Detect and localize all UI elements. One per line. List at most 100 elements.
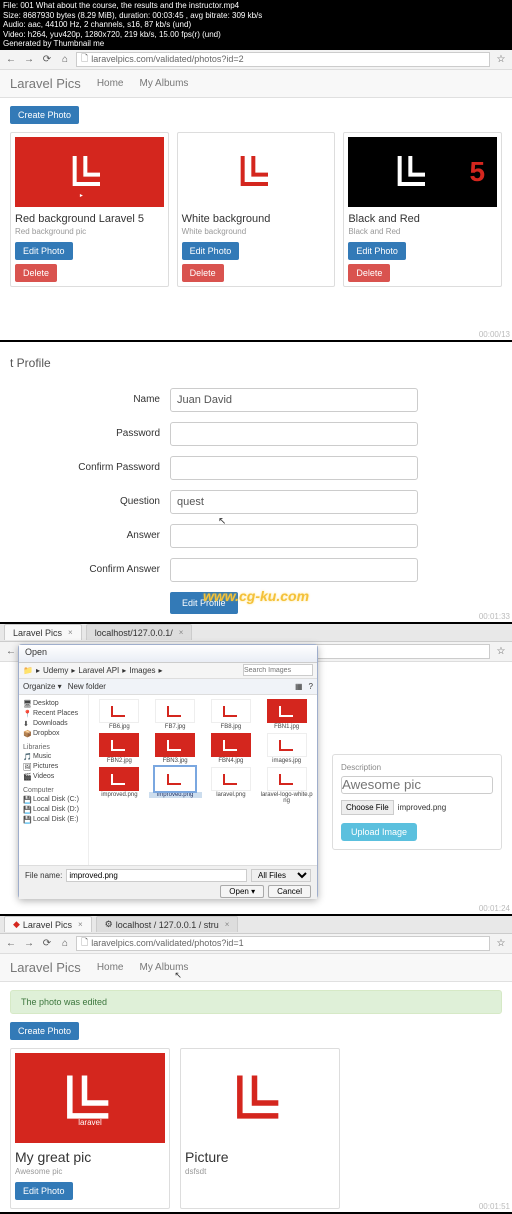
file-item[interactable]: FB6.jpg — [93, 699, 146, 730]
url-bar[interactable]: 🗋laravelpics.com/validated/photos?id=2 — [76, 52, 490, 67]
back-icon[interactable]: ← — [4, 52, 18, 66]
file-open-dialog: Open 📁 ▸Udemy ▸Laravel API ▸Images ▸ Org… — [18, 644, 318, 899]
nav-home[interactable]: Home — [97, 962, 124, 973]
file-item[interactable]: FBN2.jpg — [93, 733, 146, 764]
file-item[interactable]: improved.png — [93, 767, 146, 804]
sidebar-item[interactable]: 💾Local Disk (E:) — [23, 815, 84, 825]
sidebar-item[interactable]: ⬇Downloads — [23, 719, 84, 729]
sidebar-item[interactable]: 🖥Desktop — [23, 699, 84, 709]
dialog-sidebar: 🖥Desktop 📍Recent Places ⬇Downloads 📦Drop… — [19, 695, 89, 865]
file-item[interactable]: FB8.jpg — [205, 699, 258, 730]
card-subtitle: Red background pic — [15, 227, 164, 236]
dialog-path[interactable]: 📁 ▸Udemy ▸Laravel API ▸Images ▸ — [19, 663, 317, 679]
nav-home[interactable]: Home — [97, 78, 124, 89]
brand: Laravel Pics — [10, 76, 81, 91]
desc-label: Description — [341, 763, 493, 772]
organize-menu[interactable]: Organize ▾ — [23, 682, 62, 691]
description-input[interactable] — [341, 776, 493, 794]
name-field[interactable] — [170, 388, 418, 412]
filter-select[interactable]: All Files — [251, 869, 311, 882]
search-images-input[interactable] — [243, 664, 313, 676]
encoding-info: File: 001 What about the course, the res… — [0, 0, 512, 50]
delete-button[interactable]: Delete — [182, 264, 224, 282]
file-item[interactable]: FBN1.jpg — [260, 699, 313, 730]
star-icon[interactable]: ☆ — [494, 644, 508, 658]
label-name: Name — [10, 394, 170, 405]
edit-photo-button[interactable]: Edit Photo — [348, 242, 406, 260]
thumb-red: ▸ — [15, 137, 164, 207]
file-item[interactable]: images.jpg — [260, 733, 313, 764]
browser-toolbar: ← → ⟳ ⌂ 🗋laravelpics.com/validated/photo… — [0, 50, 512, 70]
sidebar-group: Libraries — [23, 743, 84, 752]
timestamp: 00:01:24 — [479, 904, 510, 913]
photo-card: White background White background Edit P… — [177, 132, 336, 287]
browser-tab[interactable]: Laravel Pics× — [4, 624, 82, 640]
forward-icon[interactable]: → — [22, 936, 36, 950]
file-item[interactable]: FBN4.jpg — [205, 733, 258, 764]
reload-icon[interactable]: ⟳ — [40, 52, 54, 66]
delete-button[interactable]: Delete — [15, 264, 57, 282]
edit-photo-button[interactable]: Edit Photo — [15, 242, 73, 260]
thumb-red: laravel — [15, 1053, 165, 1143]
back-icon[interactable]: ← — [4, 936, 18, 950]
label-confirm-password: Confirm Password — [10, 462, 170, 473]
choose-file-button[interactable]: Choose File — [341, 800, 394, 815]
file-item[interactable]: FB7.jpg — [149, 699, 202, 730]
sidebar-item[interactable]: 🖼Pictures — [23, 762, 84, 772]
card-title: Red background Laravel 5 — [15, 213, 164, 225]
sidebar-item[interactable]: 📍Recent Places — [23, 709, 84, 719]
sidebar-item[interactable]: 🎵Music — [23, 752, 84, 762]
star-icon[interactable]: ☆ — [494, 936, 508, 950]
file-item-selected[interactable]: improved.png — [149, 767, 202, 804]
create-photo-button[interactable]: Create Photo — [10, 106, 79, 124]
screenshot-4: ◆Laravel Pics× ⚙localhost / 127.0.0.1 / … — [0, 916, 512, 1212]
browser-tab[interactable]: ◆Laravel Pics× — [4, 916, 92, 932]
photo-card: 5 Black and Red Black and Red Edit Photo… — [343, 132, 502, 287]
answer-field[interactable] — [170, 524, 418, 548]
card-subtitle: dsfsdt — [185, 1167, 335, 1176]
question-field[interactable] — [170, 490, 418, 514]
sidebar-item[interactable]: 📦Dropbox — [23, 729, 84, 739]
dialog-title: Open — [19, 645, 317, 663]
photo-card: ▸ Red background Laravel 5 Red backgroun… — [10, 132, 169, 287]
browser-tab[interactable]: localhost/127.0.0.1/× — [86, 624, 193, 640]
cancel-button[interactable]: Cancel — [268, 885, 311, 898]
url-bar[interactable]: 🗋laravelpics.com/validated/photos?id=1 — [76, 936, 490, 951]
file-item[interactable]: laravel.png — [205, 767, 258, 804]
home-icon[interactable]: ⌂ — [58, 52, 72, 66]
reload-icon[interactable]: ⟳ — [40, 936, 54, 950]
edit-photo-button[interactable]: Edit Photo — [15, 1182, 73, 1200]
site-header: Laravel Pics Home My Albums — [0, 70, 512, 98]
sidebar-item[interactable]: 🎬Videos — [23, 772, 84, 782]
view-icon[interactable]: ▦ — [295, 682, 303, 691]
star-icon[interactable]: ☆ — [494, 52, 508, 66]
thumb-white — [182, 137, 331, 207]
back-icon[interactable]: ← — [4, 644, 18, 658]
sidebar-item[interactable]: 💾Local Disk (C:) — [23, 795, 84, 805]
password-field[interactable] — [170, 422, 418, 446]
new-folder-button[interactable]: New folder — [68, 682, 106, 691]
sidebar-item[interactable]: 💾Local Disk (D:) — [23, 805, 84, 815]
filename-input[interactable] — [66, 869, 247, 882]
upload-panel: Description Choose File improved.png Upl… — [332, 754, 502, 850]
screenshot-2: t Profile Name Password Confirm Password… — [0, 342, 512, 622]
dialog-footer: File name: All Files Open ▾ Cancel — [19, 865, 317, 899]
create-photo-button[interactable]: Create Photo — [10, 1022, 79, 1040]
filename-label: File name: — [25, 871, 62, 880]
help-icon[interactable]: ? — [309, 682, 313, 691]
confirm-password-field[interactable] — [170, 456, 418, 480]
confirm-answer-field[interactable] — [170, 558, 418, 582]
upload-image-button[interactable]: Upload Image — [341, 823, 417, 841]
file-item[interactable]: FBN3.jpg — [149, 733, 202, 764]
browser-tab[interactable]: ⚙localhost / 127.0.0.1 / stru× — [96, 916, 239, 932]
folder-icon: 📁 — [23, 666, 33, 675]
forward-icon[interactable]: → — [22, 52, 36, 66]
nav-albums[interactable]: My Albums — [140, 78, 189, 89]
open-button[interactable]: Open ▾ — [220, 885, 264, 898]
screenshot-1: ← → ⟳ ⌂ 🗋laravelpics.com/validated/photo… — [0, 50, 512, 340]
timestamp: 00:01:51 — [479, 1202, 510, 1211]
delete-button[interactable]: Delete — [348, 264, 390, 282]
file-item[interactable]: laravel-logo-white.png — [260, 767, 313, 804]
home-icon[interactable]: ⌂ — [58, 936, 72, 950]
edit-photo-button[interactable]: Edit Photo — [182, 242, 240, 260]
